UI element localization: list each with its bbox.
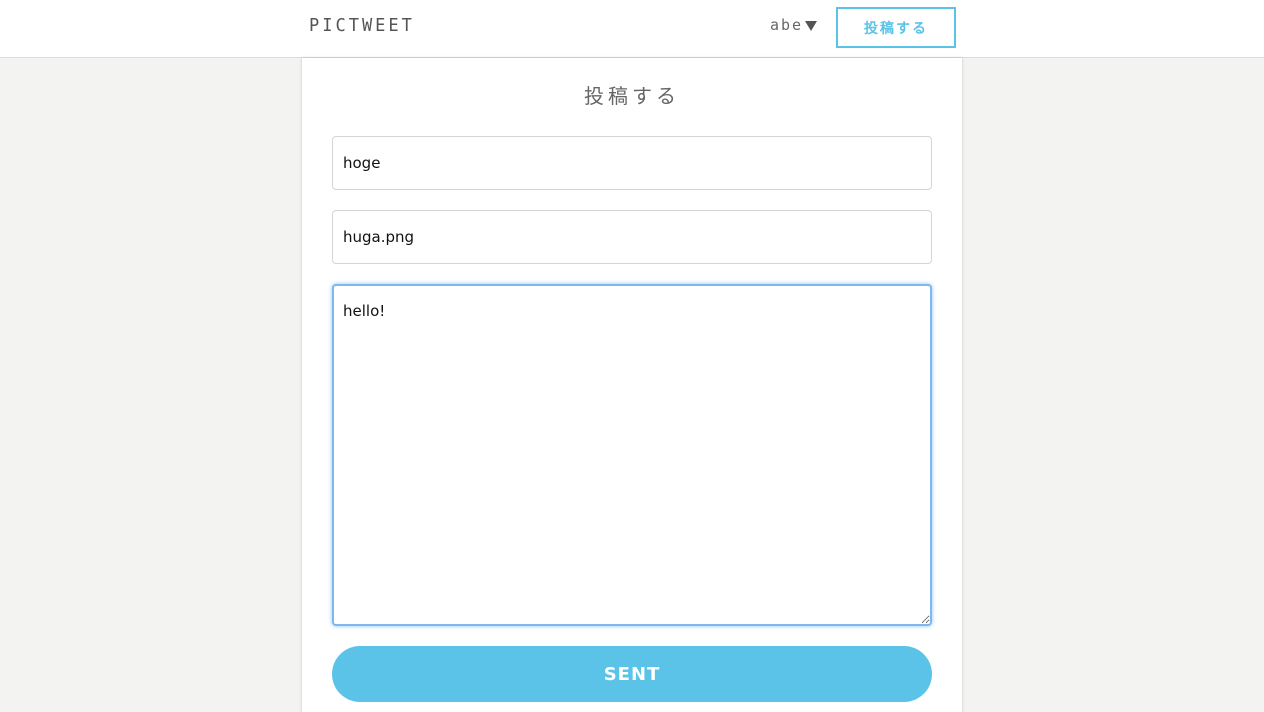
text-field[interactable]: hello! <box>332 284 932 626</box>
submit-button[interactable]: SENT <box>332 646 932 702</box>
image-url-field[interactable] <box>332 210 932 264</box>
name-field[interactable] <box>332 136 932 190</box>
new-post-button[interactable]: 投稿する <box>836 7 956 48</box>
user-name[interactable]: abe <box>770 16 803 34</box>
user-menu[interactable]: abe <box>770 14 818 36</box>
form-title: 投稿する <box>584 84 680 108</box>
site-header: pictweet abe 投稿する <box>0 0 1264 58</box>
caret-down-icon[interactable] <box>805 21 818 31</box>
post-form-panel: 投稿する hello! SENT <box>302 58 962 712</box>
site-logo[interactable]: pictweet <box>309 16 415 37</box>
